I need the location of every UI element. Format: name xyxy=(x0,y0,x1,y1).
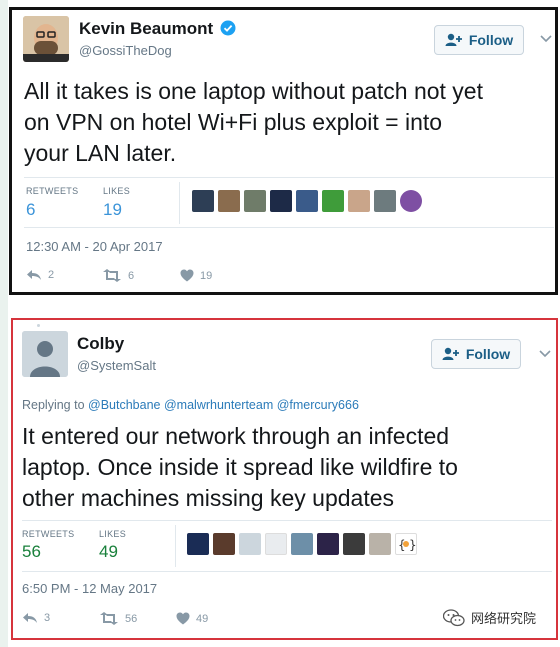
divider xyxy=(179,182,180,224)
mention-link[interactable]: @fmercury666 xyxy=(277,398,359,412)
like-action[interactable]: 19 xyxy=(180,269,212,282)
tweet-text: It entered our network through an infect… xyxy=(22,421,552,514)
divider xyxy=(175,525,176,567)
follow-button[interactable]: Follow xyxy=(431,339,521,369)
chevron-down-icon[interactable] xyxy=(540,30,552,46)
replying-prefix: Replying to xyxy=(22,398,85,412)
follow-person-plus-icon xyxy=(445,33,462,46)
liker-avatar[interactable]: {} xyxy=(395,533,417,555)
liker-avatar[interactable] xyxy=(270,190,292,212)
liker-avatar[interactable] xyxy=(213,533,235,555)
follow-person-plus-icon xyxy=(442,347,459,360)
timestamp[interactable]: 12:30 AM - 20 Apr 2017 xyxy=(26,239,163,254)
user-handle[interactable]: @SystemSalt xyxy=(77,358,156,373)
heart-icon xyxy=(176,612,190,625)
display-name-text[interactable]: Kevin Beaumont xyxy=(79,19,213,38)
liker-avatar[interactable] xyxy=(244,190,266,212)
tweet-text-line: All it takes is one laptop without patch… xyxy=(24,78,483,104)
retweets-value[interactable]: 6 xyxy=(26,200,35,220)
wechat-icon xyxy=(443,608,465,626)
watermark: 网络研究院 xyxy=(443,608,536,627)
liker-avatar[interactable] xyxy=(265,533,287,555)
user-handle[interactable]: @GossiTheDog xyxy=(79,43,172,58)
divider xyxy=(22,571,552,572)
retweet-icon xyxy=(100,612,118,625)
follow-label: Follow xyxy=(465,346,511,362)
liker-avatar[interactable] xyxy=(348,190,370,212)
svg-text:}: } xyxy=(409,538,416,552)
avatar[interactable] xyxy=(23,16,69,62)
likes-value[interactable]: 19 xyxy=(103,200,122,220)
likes-value[interactable]: 49 xyxy=(99,542,118,562)
tweet-text-line: It entered our network through an infect… xyxy=(22,423,450,449)
retweet-count: 6 xyxy=(128,269,135,282)
follow-label: Follow xyxy=(468,32,514,48)
tweet-text-line: your LAN later. xyxy=(24,140,177,166)
replying-to: Replying to @Butchbane @malwrhunterteam … xyxy=(22,398,359,412)
retweets-label[interactable]: RETWEETS xyxy=(26,186,78,196)
watermark-text: 网络研究院 xyxy=(471,611,537,626)
divider xyxy=(22,520,552,521)
retweet-action[interactable]: 6 xyxy=(102,269,134,282)
conversation-dot xyxy=(37,324,40,327)
liker-avatar[interactable] xyxy=(322,190,344,212)
tweet-card-kevin: Kevin Beaumont @GossiTheDog Follow All i… xyxy=(9,7,558,295)
likes-label[interactable]: LIKES xyxy=(103,186,130,196)
tweet-text-line: on VPN on hotel Wi+Fi plus exploit = int… xyxy=(24,109,443,135)
liker-avatar[interactable] xyxy=(291,533,313,555)
like-count: 49 xyxy=(196,612,209,625)
reply-count: 3 xyxy=(44,612,51,624)
display-name[interactable]: Colby xyxy=(77,334,124,354)
follow-button[interactable]: Follow xyxy=(434,25,524,55)
like-action[interactable]: 49 xyxy=(176,612,208,625)
reply-icon xyxy=(23,613,37,623)
reply-count: 2 xyxy=(48,269,55,281)
liker-avatar[interactable] xyxy=(317,533,339,555)
tweet-text: All it takes is one laptop without patch… xyxy=(24,76,554,169)
liker-avatar[interactable] xyxy=(374,190,396,212)
divider xyxy=(24,227,554,228)
liker-avatar[interactable] xyxy=(296,190,318,212)
retweet-icon xyxy=(103,269,121,282)
mention-link[interactable]: @Butchbane xyxy=(88,398,160,412)
liker-avatar[interactable] xyxy=(192,190,214,212)
divider xyxy=(24,177,554,178)
tweet-text-line: laptop. Once inside it spread like wildf… xyxy=(22,454,458,480)
retweet-count: 56 xyxy=(125,612,138,625)
likes-label[interactable]: LIKES xyxy=(99,529,126,539)
reply-action[interactable]: 3 xyxy=(22,612,50,624)
verified-badge-icon xyxy=(220,20,236,36)
avatar[interactable] xyxy=(22,331,68,377)
retweets-label[interactable]: RETWEETS xyxy=(22,529,74,539)
liker-avatar[interactable] xyxy=(343,533,365,555)
like-count: 19 xyxy=(200,269,213,282)
retweet-action[interactable]: 56 xyxy=(99,612,137,625)
liker-avatar[interactable] xyxy=(239,533,261,555)
chevron-down-icon[interactable] xyxy=(539,345,551,361)
liker-avatar[interactable] xyxy=(187,533,209,555)
liker-avatar[interactable] xyxy=(218,190,240,212)
tweet-card-colby: Colby @SystemSalt Follow Replying to @Bu… xyxy=(11,318,558,640)
heart-icon xyxy=(180,269,194,282)
retweets-value[interactable]: 56 xyxy=(22,542,41,562)
mention-link[interactable]: @malwrhunterteam xyxy=(164,398,273,412)
liker-avatar[interactable] xyxy=(400,190,422,212)
display-name[interactable]: Kevin Beaumont xyxy=(79,19,236,39)
reply-action[interactable]: 2 xyxy=(26,269,54,281)
liker-avatar[interactable] xyxy=(369,533,391,555)
tweet-text-line: other machines missing key updates xyxy=(22,485,395,511)
page-edge-left xyxy=(0,0,8,647)
reply-icon xyxy=(27,270,41,280)
timestamp[interactable]: 6:50 PM - 12 May 2017 xyxy=(22,581,157,596)
